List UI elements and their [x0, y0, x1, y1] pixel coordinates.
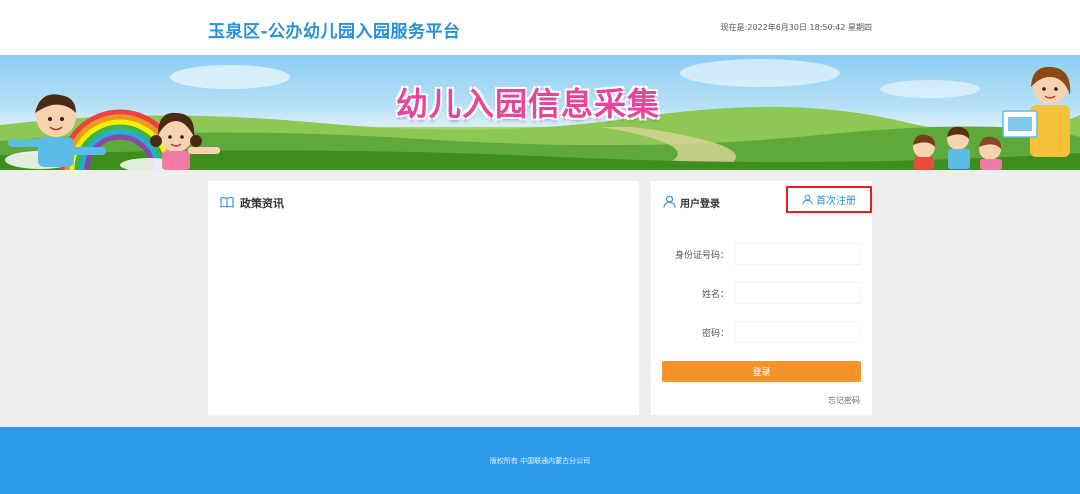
copyright: 版权所有 中国联通内蒙古分公司: [489, 457, 591, 465]
current-datetime: 现在是:2022年6月30日 18:50:42 星期四: [720, 23, 872, 32]
login-header: 用户登录: [663, 193, 720, 212]
login-button[interactable]: 登录: [662, 361, 861, 382]
user-outline-icon: [802, 190, 813, 209]
book-icon: [220, 193, 234, 212]
password-input[interactable]: [734, 321, 861, 343]
password-row: 密码：: [651, 321, 872, 343]
password-label: 密码：: [701, 329, 729, 339]
policy-title: 政策资讯: [240, 196, 284, 210]
first-register-button[interactable]: 首次注册: [786, 186, 872, 213]
policy-header: 政策资讯: [220, 193, 284, 212]
policy-panel: 政策资讯: [208, 181, 639, 415]
name-input[interactable]: [734, 282, 861, 304]
id-number-label: 身份证号码：: [674, 251, 729, 261]
header: 玉泉区-公办幼儿园入园服务平台 现在是:2022年6月30日 18:50:42 …: [0, 0, 1080, 55]
user-icon: [663, 193, 676, 212]
banner: 幼儿入园信息采集: [0, 55, 1080, 170]
site-title: 玉泉区-公办幼儿园入园服务平台: [208, 22, 461, 42]
banner-title: 幼儿入园信息采集: [396, 85, 661, 123]
forgot-password-link[interactable]: 忘记密码: [828, 395, 860, 406]
footer: 版权所有 中国联通内蒙古分公司: [0, 427, 1080, 494]
id-number-row: 身份证号码：: [651, 243, 872, 265]
name-label: 姓名：: [701, 290, 729, 300]
id-number-input[interactable]: [734, 243, 861, 265]
login-panel: 用户登录 首次注册 身份证号码： 姓名： 密码： 登录 忘记密码: [651, 181, 872, 415]
login-title: 用户登录: [680, 199, 720, 210]
register-label: 首次注册: [816, 196, 856, 207]
name-row: 姓名：: [651, 282, 872, 304]
